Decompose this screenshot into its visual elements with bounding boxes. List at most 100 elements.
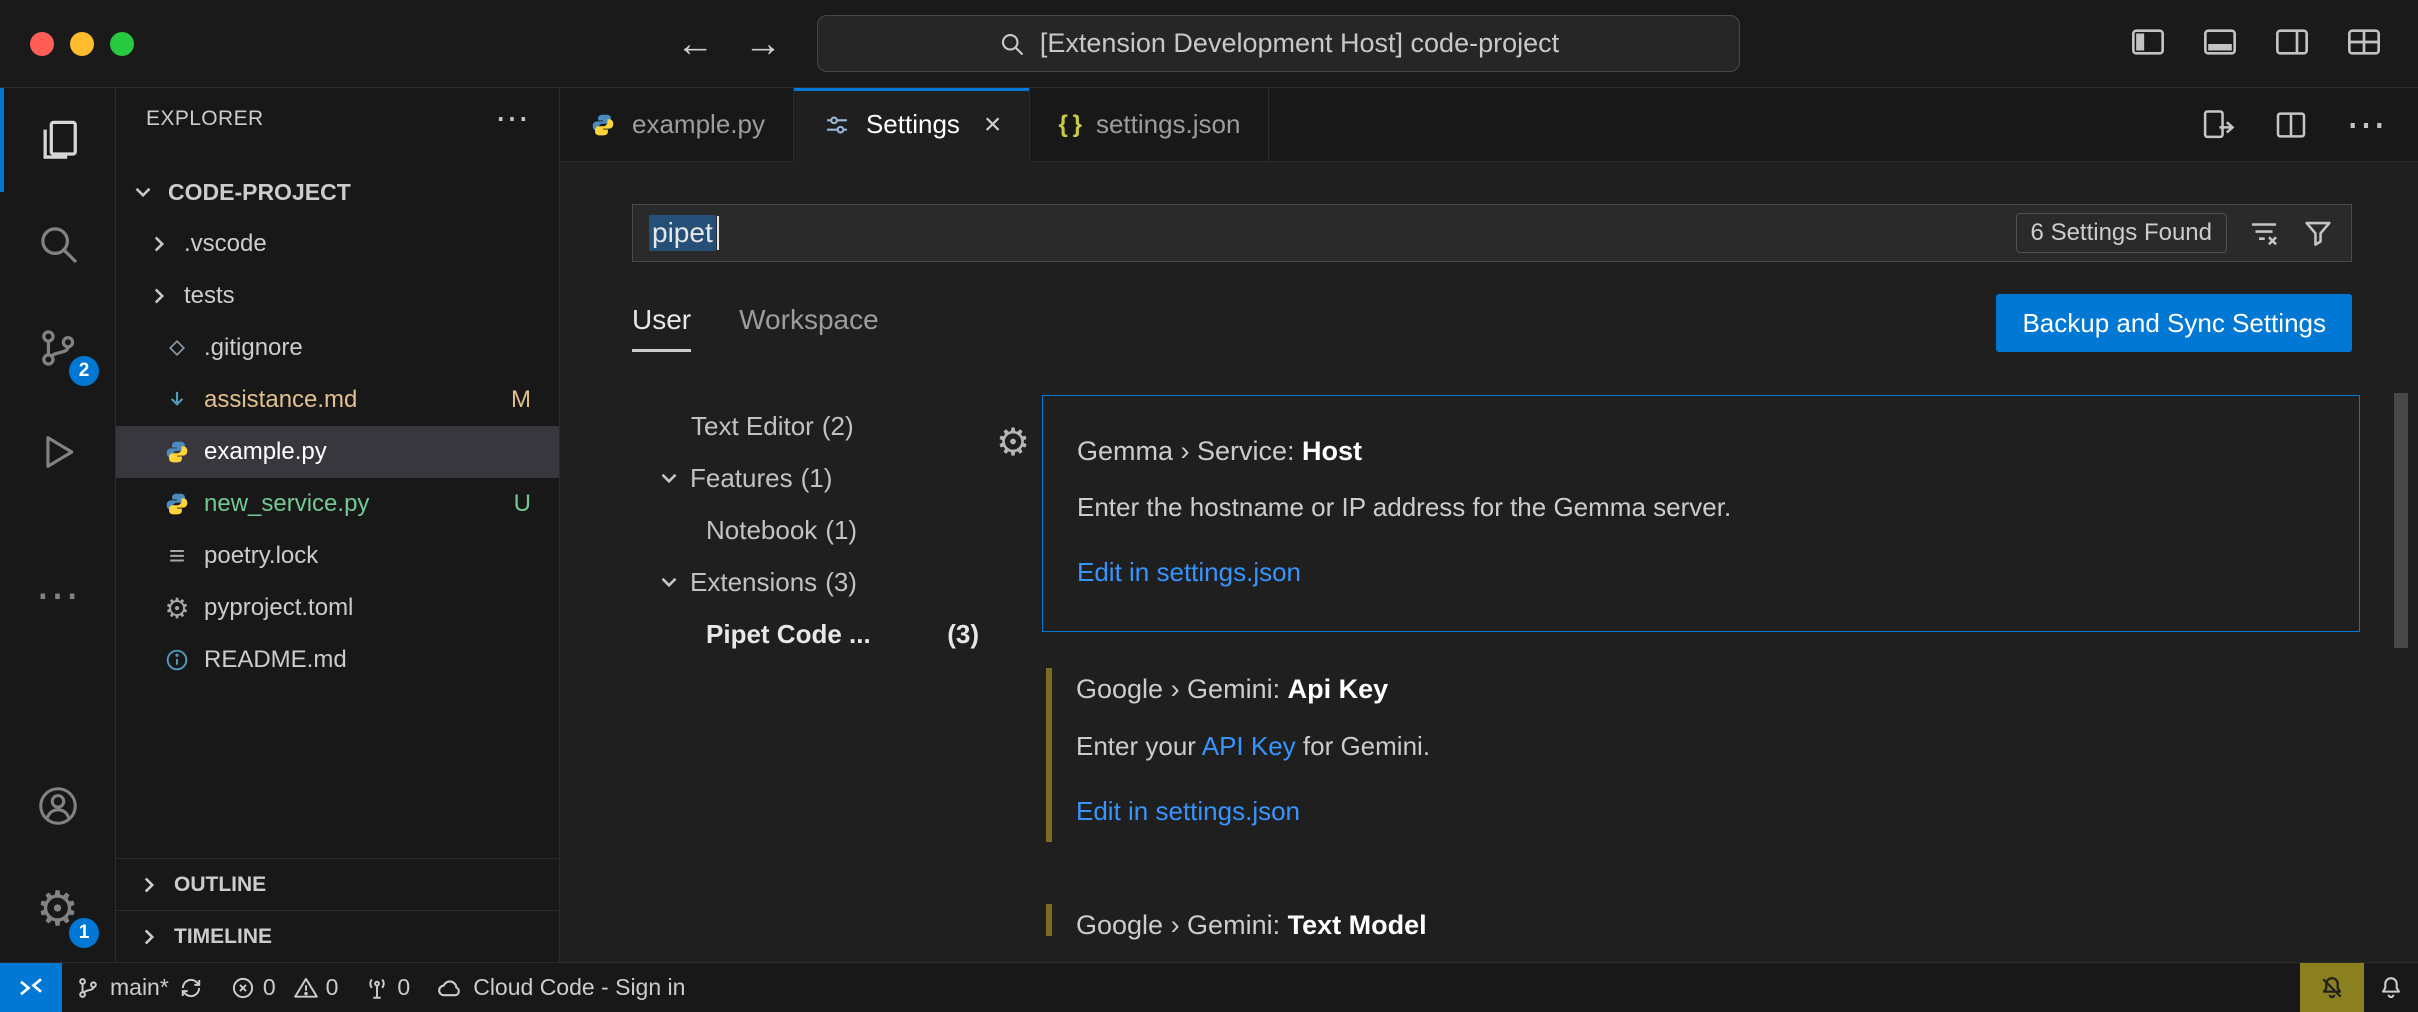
info-file-icon bbox=[162, 645, 192, 675]
toc-item-notebook[interactable]: Notebook (1) bbox=[560, 504, 1042, 556]
close-window-button[interactable] bbox=[30, 32, 54, 56]
chevron-down-icon bbox=[130, 179, 156, 205]
cloud-code-status[interactable]: Cloud Code - Sign in bbox=[423, 963, 698, 1012]
toc-item-extensions[interactable]: Extensions (3) bbox=[560, 556, 1042, 608]
tree-item-example-py[interactable]: example.py bbox=[116, 426, 559, 478]
setting-item-gemini-text-model[interactable]: Google › Gemini: Text Model bbox=[1042, 896, 2360, 944]
section-label: TIMELINE bbox=[174, 925, 272, 949]
tree-item-poetry-lock[interactable]: ≡ poetry.lock bbox=[116, 530, 559, 582]
file-label: assistance.md bbox=[204, 386, 357, 414]
setting-item-gemma-service-host[interactable]: Gemma › Service: Host Enter the hostname… bbox=[1042, 395, 2360, 632]
tree-item-new-service-py[interactable]: new_service.py U bbox=[116, 478, 559, 530]
edit-in-settings-json-link[interactable]: Edit in settings.json bbox=[1077, 553, 2325, 591]
maximize-window-button[interactable] bbox=[110, 32, 134, 56]
file-label: README.md bbox=[204, 646, 347, 674]
forward-button[interactable]: → bbox=[744, 18, 782, 70]
split-editor-icon[interactable] bbox=[2272, 106, 2310, 144]
filter-settings-icon[interactable] bbox=[2301, 216, 2335, 250]
problems-status[interactable]: 0 0 bbox=[217, 963, 352, 1012]
errors-icon bbox=[230, 975, 256, 1001]
activity-bar: 2 ⋯ ⚙ 1 bbox=[0, 88, 116, 962]
tree-root[interactable]: CODE-PROJECT bbox=[116, 166, 559, 218]
search-controls: 6 Settings Found bbox=[2016, 213, 2335, 253]
tree-item-assistance-md[interactable]: assistance.md M bbox=[116, 374, 559, 426]
settings-list: Gemma › Service: Host Enter the hostname… bbox=[1042, 395, 2360, 944]
tab-settings-json[interactable]: { } settings.json bbox=[1030, 88, 1269, 162]
sync-changes-icon[interactable] bbox=[178, 975, 204, 1001]
toc-label: Pipet Code ... bbox=[706, 619, 871, 650]
minimize-window-button[interactable] bbox=[70, 32, 94, 56]
toggle-panel-icon[interactable] bbox=[2200, 22, 2240, 62]
chevron-right-icon bbox=[146, 283, 172, 309]
settings-badge: 1 bbox=[69, 918, 99, 948]
activitybar-explorer[interactable] bbox=[0, 88, 115, 192]
chevron-right-icon bbox=[136, 924, 162, 950]
edit-in-settings-json-link[interactable]: Edit in settings.json bbox=[1076, 792, 2326, 830]
activitybar-bottom: ⚙ 1 bbox=[0, 754, 115, 962]
folder-label: .vscode bbox=[184, 230, 267, 258]
vertical-scrollbar[interactable] bbox=[2394, 393, 2408, 648]
toggle-sidebar-icon[interactable] bbox=[2128, 22, 2168, 62]
main-area: 2 ⋯ ⚙ 1 bbox=[0, 88, 2418, 962]
toc-label: Extensions bbox=[690, 567, 817, 598]
toc-label: Text Editor bbox=[691, 411, 814, 442]
scm-changes-badge: 2 bbox=[69, 356, 99, 386]
activitybar-accounts[interactable] bbox=[0, 754, 115, 858]
bell-icon bbox=[2377, 974, 2405, 1002]
open-settings-json-icon[interactable] bbox=[2198, 106, 2236, 144]
clear-search-filters-icon[interactable] bbox=[2247, 216, 2281, 250]
activitybar-search[interactable] bbox=[0, 192, 115, 296]
toc-item-pipet-code[interactable]: Pipet Code ... (3) bbox=[560, 608, 1042, 660]
search-icon bbox=[35, 221, 81, 267]
titlebar: ← → [Extension Development Host] code-pr… bbox=[0, 0, 2418, 88]
search-icon bbox=[998, 30, 1026, 58]
tree-item-gitignore[interactable]: .gitignore bbox=[116, 322, 559, 374]
scope-tab-workspace[interactable]: Workspace bbox=[739, 304, 879, 352]
api-key-link[interactable]: API Key bbox=[1202, 731, 1296, 761]
tab-settings[interactable]: Settings × bbox=[794, 88, 1030, 162]
do-not-disturb-status[interactable] bbox=[2300, 963, 2364, 1012]
text-caret bbox=[717, 216, 719, 250]
tree-item-readme-md[interactable]: README.md bbox=[116, 634, 559, 686]
git-branch-status[interactable]: main* bbox=[62, 963, 217, 1012]
toc-item-features[interactable]: Features (1) bbox=[560, 452, 1042, 504]
file-label: .gitignore bbox=[204, 334, 303, 362]
tree-item-tests[interactable]: tests bbox=[116, 270, 559, 322]
backup-sync-settings-button[interactable]: Backup and Sync Settings bbox=[1996, 294, 2352, 352]
back-button[interactable]: ← bbox=[676, 18, 714, 70]
statusbar-right bbox=[2300, 963, 2418, 1012]
notifications-status[interactable] bbox=[2364, 963, 2418, 1012]
toggle-secondary-sidebar-icon[interactable] bbox=[2272, 22, 2312, 62]
toc-count: (3) bbox=[947, 619, 979, 650]
activitybar-source-control[interactable]: 2 bbox=[0, 296, 115, 400]
markdown-file-icon bbox=[162, 385, 192, 415]
toc-count: (1) bbox=[825, 515, 857, 546]
setting-actions-gear-icon[interactable]: ⚙ bbox=[996, 424, 1030, 462]
toc-item-text-editor[interactable]: Text Editor (2) bbox=[560, 400, 1042, 452]
customize-layout-icon[interactable] bbox=[2344, 22, 2384, 62]
remote-indicator[interactable] bbox=[0, 963, 62, 1012]
settings-scope-row: User Workspace Backup and Sync Settings bbox=[632, 290, 2352, 352]
outline-section[interactable]: OUTLINE bbox=[116, 858, 559, 910]
activitybar-more[interactable]: ⋯ bbox=[0, 544, 115, 648]
cloud-icon bbox=[436, 974, 464, 1002]
tab-example-py[interactable]: example.py bbox=[560, 88, 794, 162]
settings-search-input[interactable]: pipet 6 Settings Found bbox=[632, 204, 2352, 262]
setting-item-gemini-api-key[interactable]: Google › Gemini: Api Key Enter your API … bbox=[1042, 660, 2360, 850]
tree-item-vscode[interactable]: .vscode bbox=[116, 218, 559, 270]
toc-label: Notebook bbox=[706, 515, 817, 546]
command-center[interactable]: [Extension Development Host] code-projec… bbox=[817, 15, 1740, 72]
tree-item-pyproject-toml[interactable]: ⚙ pyproject.toml bbox=[116, 582, 559, 634]
activitybar-run-debug[interactable] bbox=[0, 400, 115, 504]
close-tab-icon[interactable]: × bbox=[984, 110, 1002, 140]
timeline-section[interactable]: TIMELINE bbox=[116, 910, 559, 962]
settings-sliders-icon bbox=[822, 110, 852, 140]
ports-status[interactable]: 0 bbox=[351, 963, 423, 1012]
files-icon bbox=[35, 117, 81, 163]
file-label: poetry.lock bbox=[204, 542, 318, 570]
warnings-icon bbox=[293, 975, 319, 1001]
scope-tab-user[interactable]: User bbox=[632, 304, 691, 352]
activitybar-settings[interactable]: ⚙ 1 bbox=[0, 858, 115, 962]
bell-slash-icon bbox=[2318, 974, 2346, 1002]
toc-count: (1) bbox=[801, 463, 833, 494]
